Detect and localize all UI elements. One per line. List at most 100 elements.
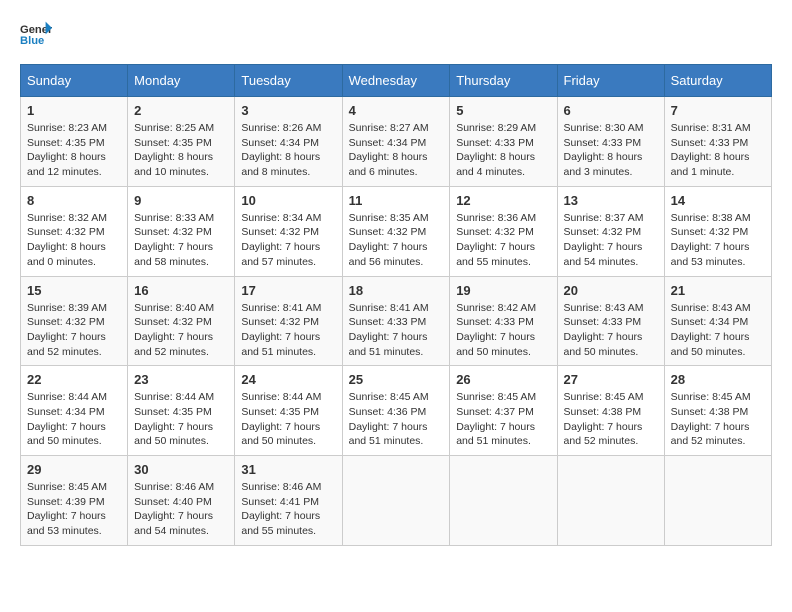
day-number: 10 <box>241 193 335 208</box>
day-info: Sunrise: 8:37 AM Sunset: 4:32 PM Dayligh… <box>564 211 658 270</box>
calendar-cell: 23 Sunrise: 8:44 AM Sunset: 4:35 PM Dayl… <box>128 366 235 456</box>
day-number: 19 <box>456 283 550 298</box>
day-info: Sunrise: 8:40 AM Sunset: 4:32 PM Dayligh… <box>134 301 228 360</box>
day-info: Sunrise: 8:46 AM Sunset: 4:40 PM Dayligh… <box>134 480 228 539</box>
calendar-week-4: 22 Sunrise: 8:44 AM Sunset: 4:34 PM Dayl… <box>21 366 772 456</box>
calendar-cell: 30 Sunrise: 8:46 AM Sunset: 4:40 PM Dayl… <box>128 456 235 546</box>
logo-icon: General Blue <box>20 20 52 48</box>
header-monday: Monday <box>128 65 235 97</box>
calendar-week-1: 1 Sunrise: 8:23 AM Sunset: 4:35 PM Dayli… <box>21 97 772 187</box>
day-info: Sunrise: 8:44 AM Sunset: 4:34 PM Dayligh… <box>27 390 121 449</box>
calendar-cell <box>557 456 664 546</box>
day-info: Sunrise: 8:31 AM Sunset: 4:33 PM Dayligh… <box>671 121 765 180</box>
day-number: 23 <box>134 372 228 387</box>
day-info: Sunrise: 8:45 AM Sunset: 4:37 PM Dayligh… <box>456 390 550 449</box>
calendar-cell: 25 Sunrise: 8:45 AM Sunset: 4:36 PM Dayl… <box>342 366 450 456</box>
header-friday: Friday <box>557 65 664 97</box>
day-info: Sunrise: 8:43 AM Sunset: 4:34 PM Dayligh… <box>671 301 765 360</box>
calendar-cell: 6 Sunrise: 8:30 AM Sunset: 4:33 PM Dayli… <box>557 97 664 187</box>
calendar-cell: 7 Sunrise: 8:31 AM Sunset: 4:33 PM Dayli… <box>664 97 771 187</box>
day-info: Sunrise: 8:23 AM Sunset: 4:35 PM Dayligh… <box>27 121 121 180</box>
day-info: Sunrise: 8:45 AM Sunset: 4:38 PM Dayligh… <box>671 390 765 449</box>
calendar-cell: 9 Sunrise: 8:33 AM Sunset: 4:32 PM Dayli… <box>128 186 235 276</box>
header-wednesday: Wednesday <box>342 65 450 97</box>
day-number: 24 <box>241 372 335 387</box>
calendar-cell: 17 Sunrise: 8:41 AM Sunset: 4:32 PM Dayl… <box>235 276 342 366</box>
day-number: 29 <box>27 462 121 477</box>
day-number: 5 <box>456 103 550 118</box>
page-header: General Blue <box>20 20 772 48</box>
day-number: 9 <box>134 193 228 208</box>
day-number: 20 <box>564 283 658 298</box>
calendar-cell <box>342 456 450 546</box>
day-info: Sunrise: 8:38 AM Sunset: 4:32 PM Dayligh… <box>671 211 765 270</box>
calendar-table: SundayMondayTuesdayWednesdayThursdayFrid… <box>20 64 772 546</box>
day-number: 26 <box>456 372 550 387</box>
day-info: Sunrise: 8:43 AM Sunset: 4:33 PM Dayligh… <box>564 301 658 360</box>
day-number: 6 <box>564 103 658 118</box>
day-info: Sunrise: 8:44 AM Sunset: 4:35 PM Dayligh… <box>241 390 335 449</box>
day-info: Sunrise: 8:46 AM Sunset: 4:41 PM Dayligh… <box>241 480 335 539</box>
calendar-cell: 21 Sunrise: 8:43 AM Sunset: 4:34 PM Dayl… <box>664 276 771 366</box>
day-info: Sunrise: 8:27 AM Sunset: 4:34 PM Dayligh… <box>349 121 444 180</box>
calendar-cell: 24 Sunrise: 8:44 AM Sunset: 4:35 PM Dayl… <box>235 366 342 456</box>
header-tuesday: Tuesday <box>235 65 342 97</box>
calendar-cell: 29 Sunrise: 8:45 AM Sunset: 4:39 PM Dayl… <box>21 456 128 546</box>
calendar-cell: 1 Sunrise: 8:23 AM Sunset: 4:35 PM Dayli… <box>21 97 128 187</box>
day-info: Sunrise: 8:45 AM Sunset: 4:36 PM Dayligh… <box>349 390 444 449</box>
day-info: Sunrise: 8:33 AM Sunset: 4:32 PM Dayligh… <box>134 211 228 270</box>
calendar-week-2: 8 Sunrise: 8:32 AM Sunset: 4:32 PM Dayli… <box>21 186 772 276</box>
day-number: 15 <box>27 283 121 298</box>
header-thursday: Thursday <box>450 65 557 97</box>
day-info: Sunrise: 8:41 AM Sunset: 4:33 PM Dayligh… <box>349 301 444 360</box>
day-info: Sunrise: 8:26 AM Sunset: 4:34 PM Dayligh… <box>241 121 335 180</box>
logo: General Blue <box>20 20 52 48</box>
calendar-cell <box>664 456 771 546</box>
day-number: 12 <box>456 193 550 208</box>
day-number: 4 <box>349 103 444 118</box>
day-number: 7 <box>671 103 765 118</box>
calendar-cell: 14 Sunrise: 8:38 AM Sunset: 4:32 PM Dayl… <box>664 186 771 276</box>
calendar-cell: 27 Sunrise: 8:45 AM Sunset: 4:38 PM Dayl… <box>557 366 664 456</box>
day-number: 1 <box>27 103 121 118</box>
calendar-cell: 8 Sunrise: 8:32 AM Sunset: 4:32 PM Dayli… <box>21 186 128 276</box>
calendar-cell: 28 Sunrise: 8:45 AM Sunset: 4:38 PM Dayl… <box>664 366 771 456</box>
calendar-cell: 12 Sunrise: 8:36 AM Sunset: 4:32 PM Dayl… <box>450 186 557 276</box>
calendar-cell: 31 Sunrise: 8:46 AM Sunset: 4:41 PM Dayl… <box>235 456 342 546</box>
day-info: Sunrise: 8:30 AM Sunset: 4:33 PM Dayligh… <box>564 121 658 180</box>
day-number: 22 <box>27 372 121 387</box>
day-info: Sunrise: 8:25 AM Sunset: 4:35 PM Dayligh… <box>134 121 228 180</box>
calendar-cell: 22 Sunrise: 8:44 AM Sunset: 4:34 PM Dayl… <box>21 366 128 456</box>
day-info: Sunrise: 8:36 AM Sunset: 4:32 PM Dayligh… <box>456 211 550 270</box>
day-info: Sunrise: 8:41 AM Sunset: 4:32 PM Dayligh… <box>241 301 335 360</box>
day-number: 14 <box>671 193 765 208</box>
day-number: 18 <box>349 283 444 298</box>
calendar-cell: 2 Sunrise: 8:25 AM Sunset: 4:35 PM Dayli… <box>128 97 235 187</box>
calendar-cell: 11 Sunrise: 8:35 AM Sunset: 4:32 PM Dayl… <box>342 186 450 276</box>
day-info: Sunrise: 8:29 AM Sunset: 4:33 PM Dayligh… <box>456 121 550 180</box>
header-sunday: Sunday <box>21 65 128 97</box>
day-info: Sunrise: 8:45 AM Sunset: 4:39 PM Dayligh… <box>27 480 121 539</box>
calendar-cell <box>450 456 557 546</box>
day-number: 16 <box>134 283 228 298</box>
day-number: 17 <box>241 283 335 298</box>
day-number: 27 <box>564 372 658 387</box>
header-saturday: Saturday <box>664 65 771 97</box>
day-number: 11 <box>349 193 444 208</box>
calendar-week-5: 29 Sunrise: 8:45 AM Sunset: 4:39 PM Dayl… <box>21 456 772 546</box>
day-info: Sunrise: 8:39 AM Sunset: 4:32 PM Dayligh… <box>27 301 121 360</box>
calendar-week-3: 15 Sunrise: 8:39 AM Sunset: 4:32 PM Dayl… <box>21 276 772 366</box>
svg-text:Blue: Blue <box>20 35 44 47</box>
calendar-cell: 5 Sunrise: 8:29 AM Sunset: 4:33 PM Dayli… <box>450 97 557 187</box>
day-number: 3 <box>241 103 335 118</box>
calendar-cell: 4 Sunrise: 8:27 AM Sunset: 4:34 PM Dayli… <box>342 97 450 187</box>
day-number: 25 <box>349 372 444 387</box>
calendar-cell: 10 Sunrise: 8:34 AM Sunset: 4:32 PM Dayl… <box>235 186 342 276</box>
calendar-cell: 15 Sunrise: 8:39 AM Sunset: 4:32 PM Dayl… <box>21 276 128 366</box>
day-number: 2 <box>134 103 228 118</box>
calendar-cell: 26 Sunrise: 8:45 AM Sunset: 4:37 PM Dayl… <box>450 366 557 456</box>
day-number: 31 <box>241 462 335 477</box>
day-number: 8 <box>27 193 121 208</box>
day-info: Sunrise: 8:45 AM Sunset: 4:38 PM Dayligh… <box>564 390 658 449</box>
calendar-cell: 19 Sunrise: 8:42 AM Sunset: 4:33 PM Dayl… <box>450 276 557 366</box>
